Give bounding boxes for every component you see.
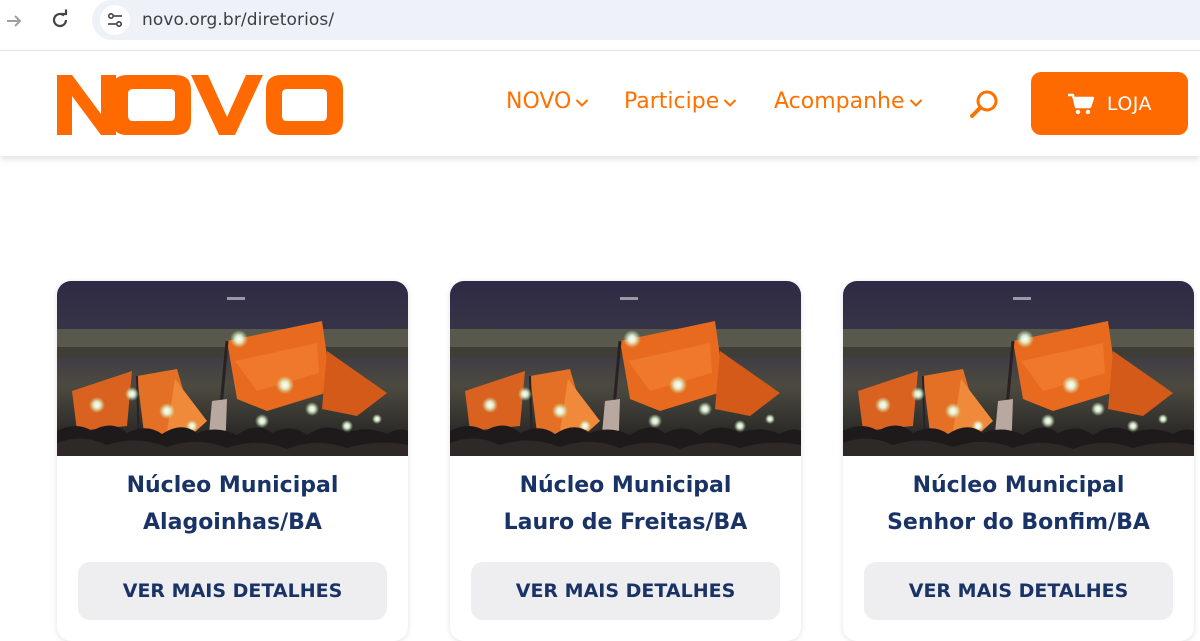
card-photo — [57, 281, 408, 456]
search-button[interactable] — [968, 87, 1002, 121]
chevron-down-icon — [909, 98, 922, 107]
card-title: Núcleo Municipal Alagoinhas/BA — [57, 467, 408, 541]
url-text[interactable]: novo.org.br/diretorios/ — [142, 10, 334, 30]
card-title: Núcleo Municipal Senhor do Bonfim/BA — [843, 467, 1194, 541]
card-title-line1: Núcleo Municipal — [912, 473, 1125, 498]
search-icon — [970, 90, 998, 118]
address-bar[interactable]: novo.org.br/diretorios/ — [92, 0, 1200, 40]
card-title-line2: Lauro de Freitas/BA — [503, 510, 748, 535]
card-title-line2: Senhor do Bonfim/BA — [887, 510, 1150, 535]
forward-button[interactable] — [2, 9, 26, 33]
chevron-down-icon — [576, 98, 589, 107]
site-header: NOVO Participe Acompanhe LOJA — [0, 50, 1200, 156]
cart-icon — [1067, 93, 1095, 114]
card-title-line1: Núcleo Municipal — [126, 473, 339, 498]
arrow-right-icon — [7, 15, 22, 27]
reload-button[interactable] — [48, 8, 72, 32]
card-photo — [843, 281, 1194, 456]
details-button[interactable]: VER MAIS DETALHES — [78, 562, 387, 620]
nav-item-label: Participe — [624, 89, 720, 114]
novo-logo[interactable] — [55, 71, 345, 137]
nav-item-novo[interactable]: NOVO — [506, 89, 589, 114]
card-photo — [450, 281, 801, 456]
directory-card: Núcleo Municipal Alagoinhas/BA VER MAIS … — [57, 281, 408, 641]
nav-item-label: Acompanhe — [774, 89, 905, 114]
card-title-line1: Núcleo Municipal — [519, 473, 732, 498]
directory-card: Núcleo Municipal Lauro de Freitas/BA VER… — [450, 281, 801, 641]
details-button[interactable]: VER MAIS DETALHES — [864, 562, 1173, 620]
reload-icon — [52, 9, 68, 28]
tune-icon — [107, 12, 123, 28]
chevron-down-icon — [724, 98, 737, 107]
card-title-line2: Alagoinhas/BA — [143, 510, 322, 535]
nav-item-participe[interactable]: Participe — [624, 89, 737, 114]
card-title: Núcleo Municipal Lauro de Freitas/BA — [450, 467, 801, 541]
directory-card: Núcleo Municipal Senhor do Bonfim/BA VER… — [843, 281, 1194, 641]
shop-label: LOJA — [1106, 92, 1153, 115]
nav-item-label: NOVO — [506, 89, 572, 114]
site-info-button[interactable] — [100, 5, 130, 35]
details-button[interactable]: VER MAIS DETALHES — [471, 562, 780, 620]
shop-button[interactable]: LOJA — [1031, 72, 1188, 135]
nav-item-acompanhe[interactable]: Acompanhe — [774, 89, 923, 114]
browser-toolbar: novo.org.br/diretorios/ — [0, 0, 1200, 42]
